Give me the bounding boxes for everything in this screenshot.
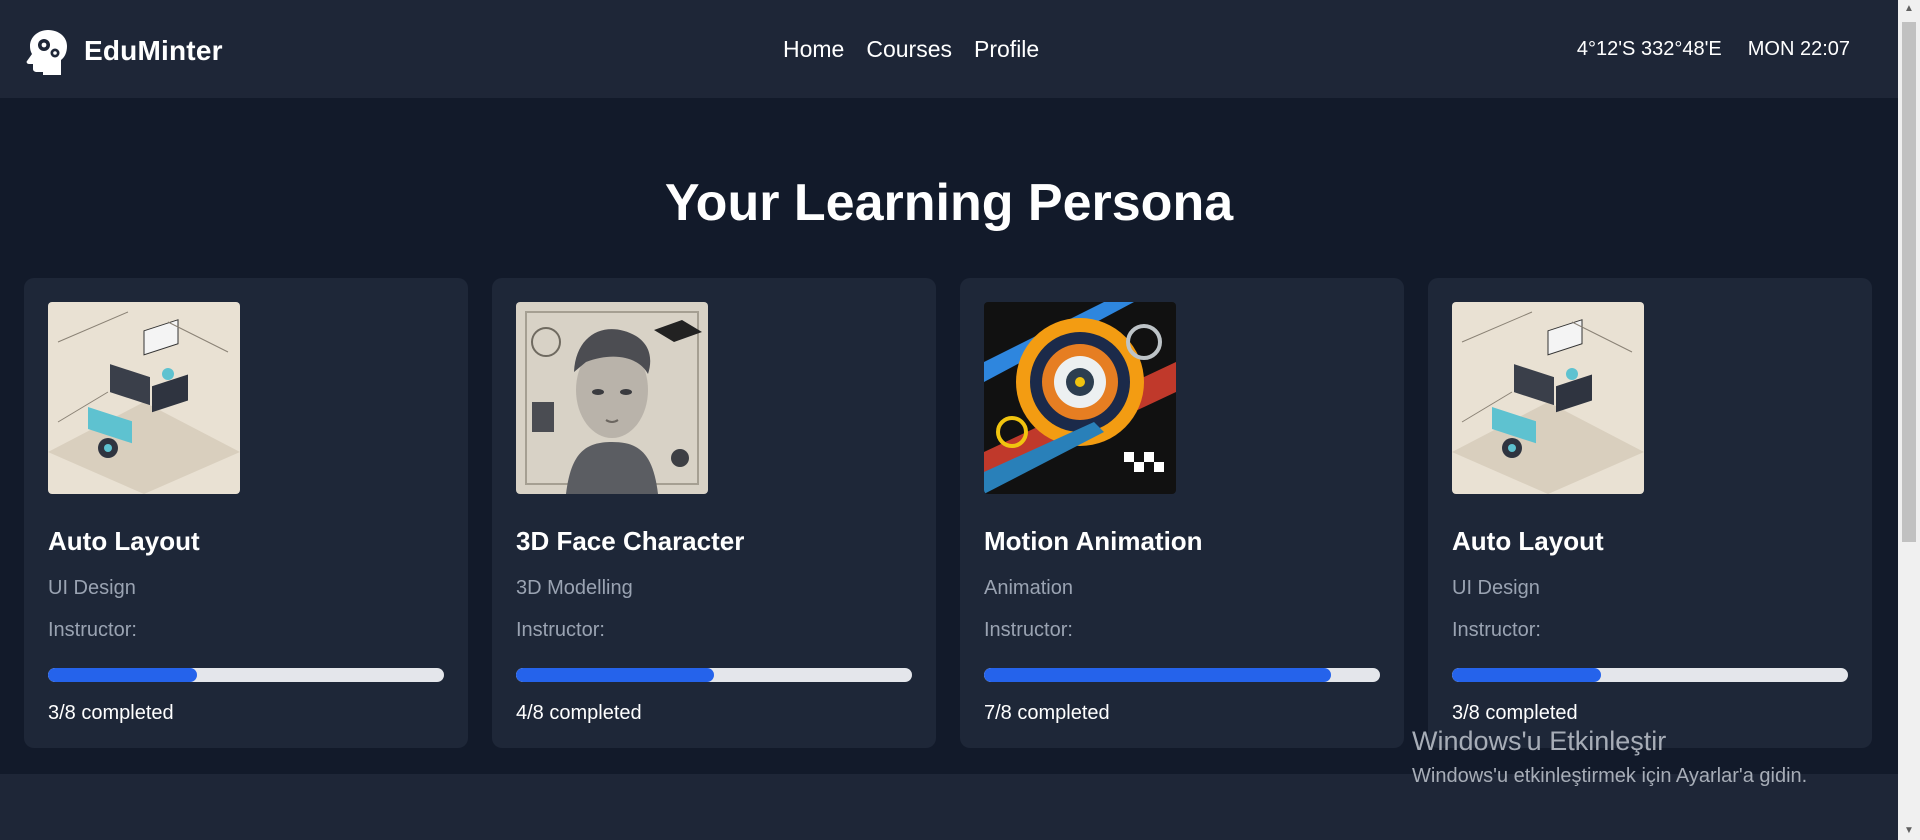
nav-home-link[interactable]: Home: [783, 36, 844, 63]
brand-name: EduMinter: [84, 35, 223, 66]
progress-fill: [1452, 668, 1601, 682]
scroll-down-arrow-icon[interactable]: ▼: [1898, 822, 1920, 840]
main-content: Your Learning Persona Auto Layout UI Des…: [0, 98, 1898, 774]
course-card[interactable]: Auto Layout UI Design Instructor: 3/8 co…: [24, 278, 468, 748]
course-card[interactable]: Auto Layout UI Design Instructor: 3/8 co…: [1428, 278, 1872, 748]
instructor-label: Instructor:: [984, 619, 1073, 641]
nav-profile-link[interactable]: Profile: [974, 36, 1039, 63]
completion-text: 4/8 completed: [516, 702, 642, 724]
motion-animation-illustration-icon: [984, 302, 1176, 494]
page-footer: [0, 774, 1898, 840]
course-category: UI Design: [48, 577, 136, 599]
instructor-label: Instructor:: [1452, 619, 1541, 641]
auto-layout-illustration-icon: [1452, 302, 1644, 494]
status-readout: 4°12'S 332°48'E MON 22:07: [1577, 38, 1850, 61]
course-thumbnail[interactable]: [984, 302, 1176, 494]
course-title: 3D Face Character: [516, 526, 745, 556]
course-title: Auto Layout: [1452, 526, 1604, 556]
course-category: UI Design: [1452, 577, 1540, 599]
course-title: Auto Layout: [48, 526, 200, 556]
day-time-readout: MON 22:07: [1747, 38, 1850, 60]
instructor-label: Instructor:: [48, 619, 137, 641]
auto-layout-illustration-icon: [48, 302, 240, 494]
course-category: 3D Modelling: [516, 577, 633, 599]
3d-face-illustration-icon: [516, 302, 708, 494]
brand-logo-link[interactable]: EduMinter: [24, 27, 223, 75]
course-thumbnail[interactable]: [1452, 302, 1644, 494]
progress-bar: [48, 668, 444, 682]
main-nav: Home Courses Profile: [783, 36, 1039, 63]
coordinates-readout: 4°12'S 332°48'E: [1576, 38, 1722, 60]
head-gears-icon: [26, 30, 67, 75]
page-title: Your Learning Persona: [664, 174, 1234, 232]
course-category: Animation: [984, 577, 1073, 599]
course-title: Motion Animation: [984, 526, 1203, 556]
progress-fill: [516, 668, 714, 682]
completion-text: 3/8 completed: [1452, 702, 1578, 724]
course-card[interactable]: 3D Face Character 3D Modelling Instructo…: [492, 278, 936, 748]
scrollbar-thumb[interactable]: [1902, 22, 1916, 542]
course-card-list: Auto Layout UI Design Instructor: 3/8 co…: [24, 278, 1872, 748]
progress-fill: [48, 668, 197, 682]
progress-bar: [984, 668, 1380, 682]
completion-text: 7/8 completed: [984, 702, 1110, 724]
top-navbar: EduMinter Home Courses Profile 4°12'S 33…: [0, 0, 1898, 98]
completion-text: 3/8 completed: [48, 702, 174, 724]
progress-bar: [516, 668, 912, 682]
nav-courses-link[interactable]: Courses: [866, 36, 952, 63]
progress-fill: [984, 668, 1331, 682]
course-thumbnail[interactable]: [516, 302, 708, 494]
progress-bar: [1452, 668, 1848, 682]
course-card[interactable]: Motion Animation Animation Instructor: 7…: [960, 278, 1404, 748]
scroll-up-arrow-icon[interactable]: ▲: [1898, 0, 1920, 18]
instructor-label: Instructor:: [516, 619, 605, 641]
vertical-scrollbar[interactable]: ▲ ▼: [1898, 0, 1920, 840]
course-thumbnail[interactable]: [48, 302, 240, 494]
